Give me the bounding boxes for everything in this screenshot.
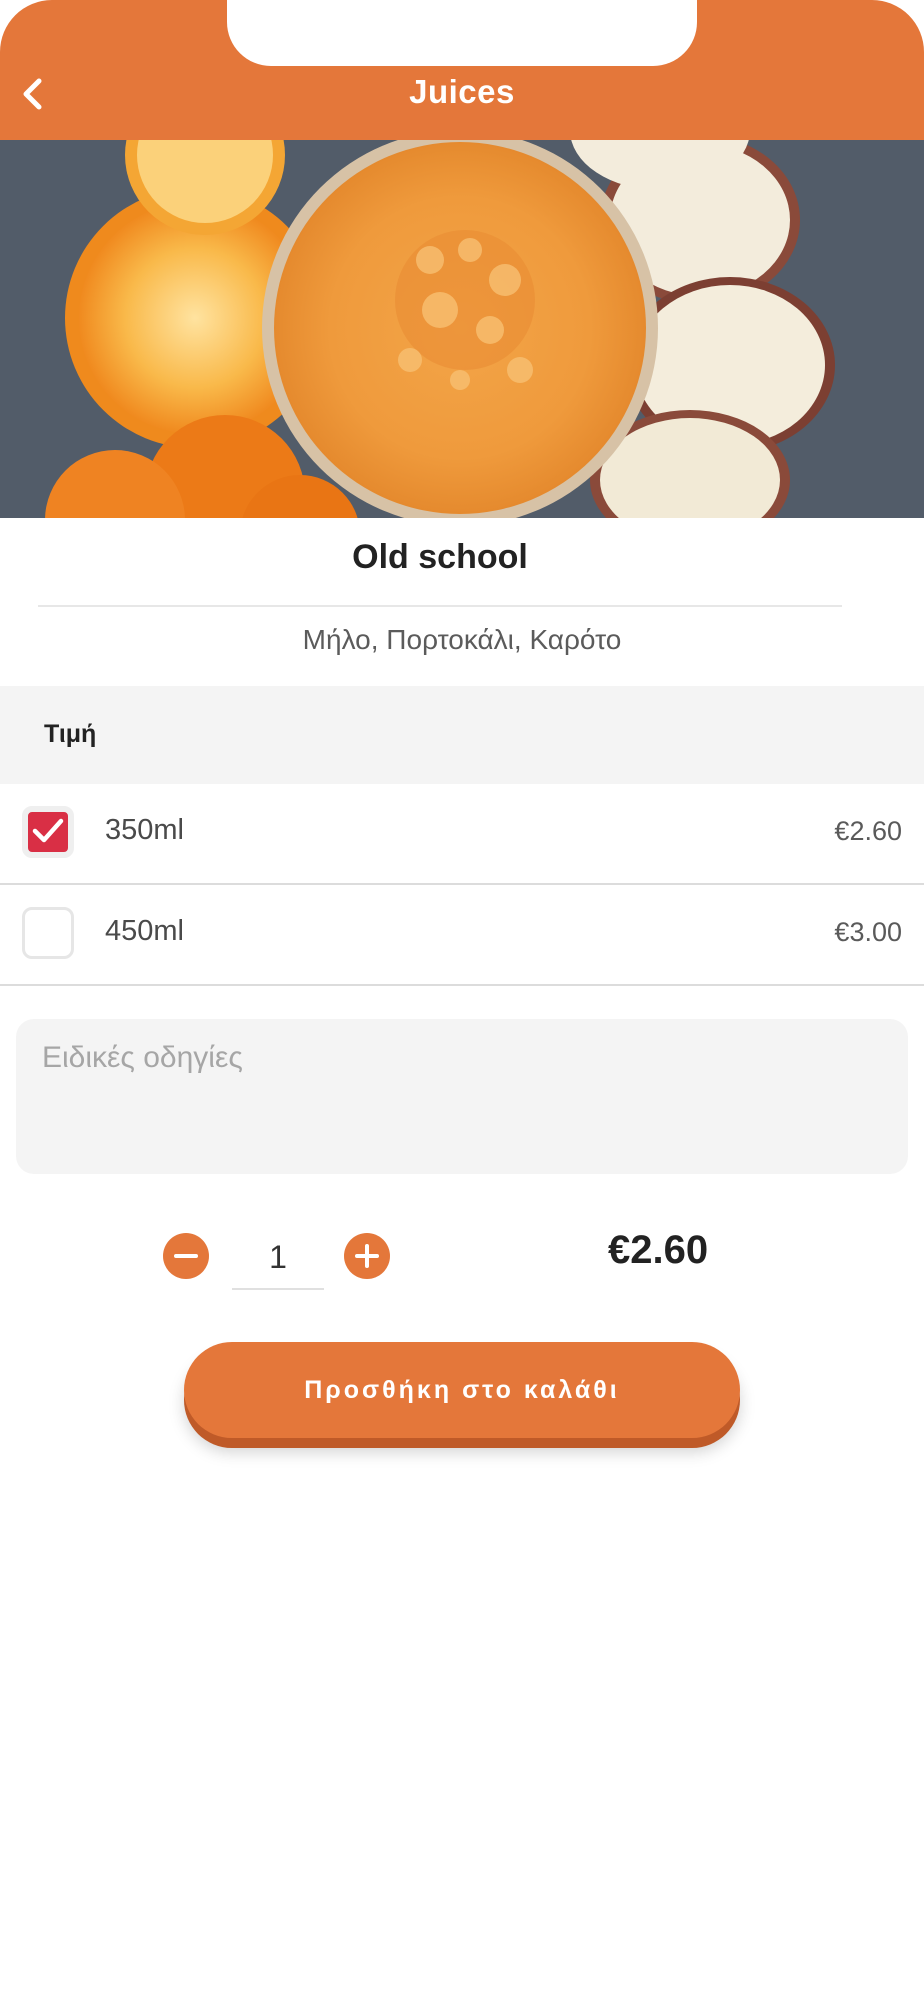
- product-name: Old school: [352, 538, 528, 576]
- price-section-header: Τιμή: [0, 686, 924, 784]
- checkmark-icon: [32, 818, 64, 843]
- option-price: €3.00: [834, 917, 902, 947]
- price-section-title: Τιμή: [44, 720, 97, 748]
- quantity-value[interactable]: 1: [232, 1232, 324, 1290]
- option-label: 450ml: [105, 915, 184, 947]
- page-title: Juices: [409, 73, 515, 110]
- app-header: Juices: [0, 0, 924, 140]
- option-price: €2.60: [834, 816, 902, 846]
- size-option-350ml[interactable]: 350ml €2.60: [0, 784, 924, 885]
- special-instructions-input[interactable]: Ειδικές οδηγίες: [16, 1019, 908, 1174]
- checkbox-unchecked[interactable]: [22, 907, 74, 959]
- total-price: €2.60: [608, 1228, 709, 1272]
- size-option-450ml[interactable]: 450ml €3.00: [0, 885, 924, 986]
- decrease-quantity-button[interactable]: [163, 1233, 209, 1279]
- device-notch: [227, 0, 697, 66]
- add-to-cart-button[interactable]: Προσθήκη στο καλάθι: [184, 1342, 740, 1438]
- option-label: 350ml: [105, 814, 184, 846]
- checkbox-checked[interactable]: [22, 806, 74, 858]
- increase-quantity-button[interactable]: [344, 1233, 390, 1279]
- product-image: [0, 140, 924, 518]
- divider: [38, 605, 842, 607]
- minus-circle-icon: [174, 1254, 198, 1258]
- plus-circle-icon: [355, 1244, 379, 1268]
- product-ingredients: Μήλο, Πορτοκάλι, Καρότο: [302, 624, 622, 655]
